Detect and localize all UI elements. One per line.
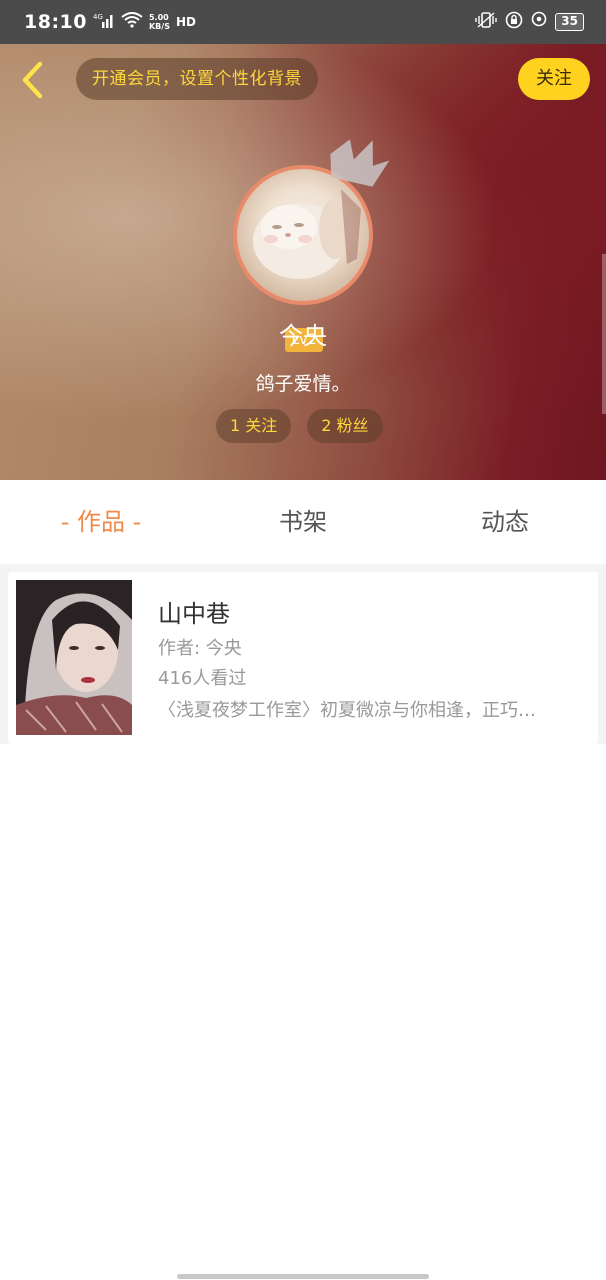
user-bio: 鸽子爱情。 [255, 373, 351, 395]
wifi-icon [121, 12, 143, 32]
back-button[interactable] [18, 60, 48, 100]
book-author: 作者: 今央 [158, 638, 242, 659]
book-title[interactable]: 山中巷 [158, 594, 230, 629]
net-speed: 5.00 KB/S [149, 13, 170, 31]
signal-icon: 4G [93, 12, 115, 32]
location-icon [531, 11, 547, 33]
book-description: 〈浅夏夜梦工作室〉初夏微凉与你相逢，正巧… [158, 700, 536, 721]
tab-bookshelf[interactable]: 书架 [202, 480, 404, 564]
book-cover[interactable] [16, 580, 132, 735]
status-bar: 18:10 4G 5.00 KB/S HD 35 [0, 0, 606, 44]
works-list: 山中巷 作者: 今央 416人看过 〈浅夏夜梦工作室〉初夏微凉与你相逢，正巧… [0, 564, 606, 744]
book-cover-image [16, 580, 132, 735]
status-time: 18:10 [24, 11, 87, 33]
avatar-wrap [233, 139, 390, 305]
home-indicator[interactable] [177, 1274, 429, 1279]
follow-button[interactable]: 关注 [518, 58, 590, 100]
status-left: 18:10 4G 5.00 KB/S HD [24, 11, 196, 33]
username: 今央 [279, 322, 327, 350]
book-views: 416人看过 [158, 668, 247, 689]
lock-rotation-icon [505, 11, 523, 33]
edge-handle [602, 254, 606, 414]
following-count[interactable]: 1 关注 [216, 409, 292, 443]
list-item[interactable]: 山中巷 作者: 今央 416人看过 〈浅夏夜梦工作室〉初夏微凉与你相逢，正巧… [8, 572, 598, 744]
profile-header: 开通会员，设置个性化背景 关注 Lv2 今央 鸽子爱情。 1 关注 2 粉丝 [0, 44, 606, 480]
followers-count[interactable]: 2 粉丝 [307, 409, 383, 443]
net-speed-value: 5.00 [148, 13, 169, 22]
svg-text:4G: 4G [93, 13, 103, 21]
crown-icon [330, 139, 390, 187]
tab-activity[interactable]: 动态 [404, 480, 606, 564]
hd-icon: HD [175, 15, 196, 29]
vip-background-banner[interactable]: 开通会员，设置个性化背景 [76, 58, 318, 100]
battery-indicator: 35 [555, 13, 584, 31]
follow-stats: 1 关注 2 粉丝 [216, 409, 383, 443]
profile-tabs: - 作品 - 书架 动态 [0, 480, 606, 564]
net-speed-unit: KB/S [148, 22, 170, 31]
chevron-left-icon [22, 61, 43, 99]
status-right: 35 [475, 11, 584, 33]
vibrate-icon [475, 11, 497, 33]
tab-works[interactable]: - 作品 - [0, 480, 202, 564]
